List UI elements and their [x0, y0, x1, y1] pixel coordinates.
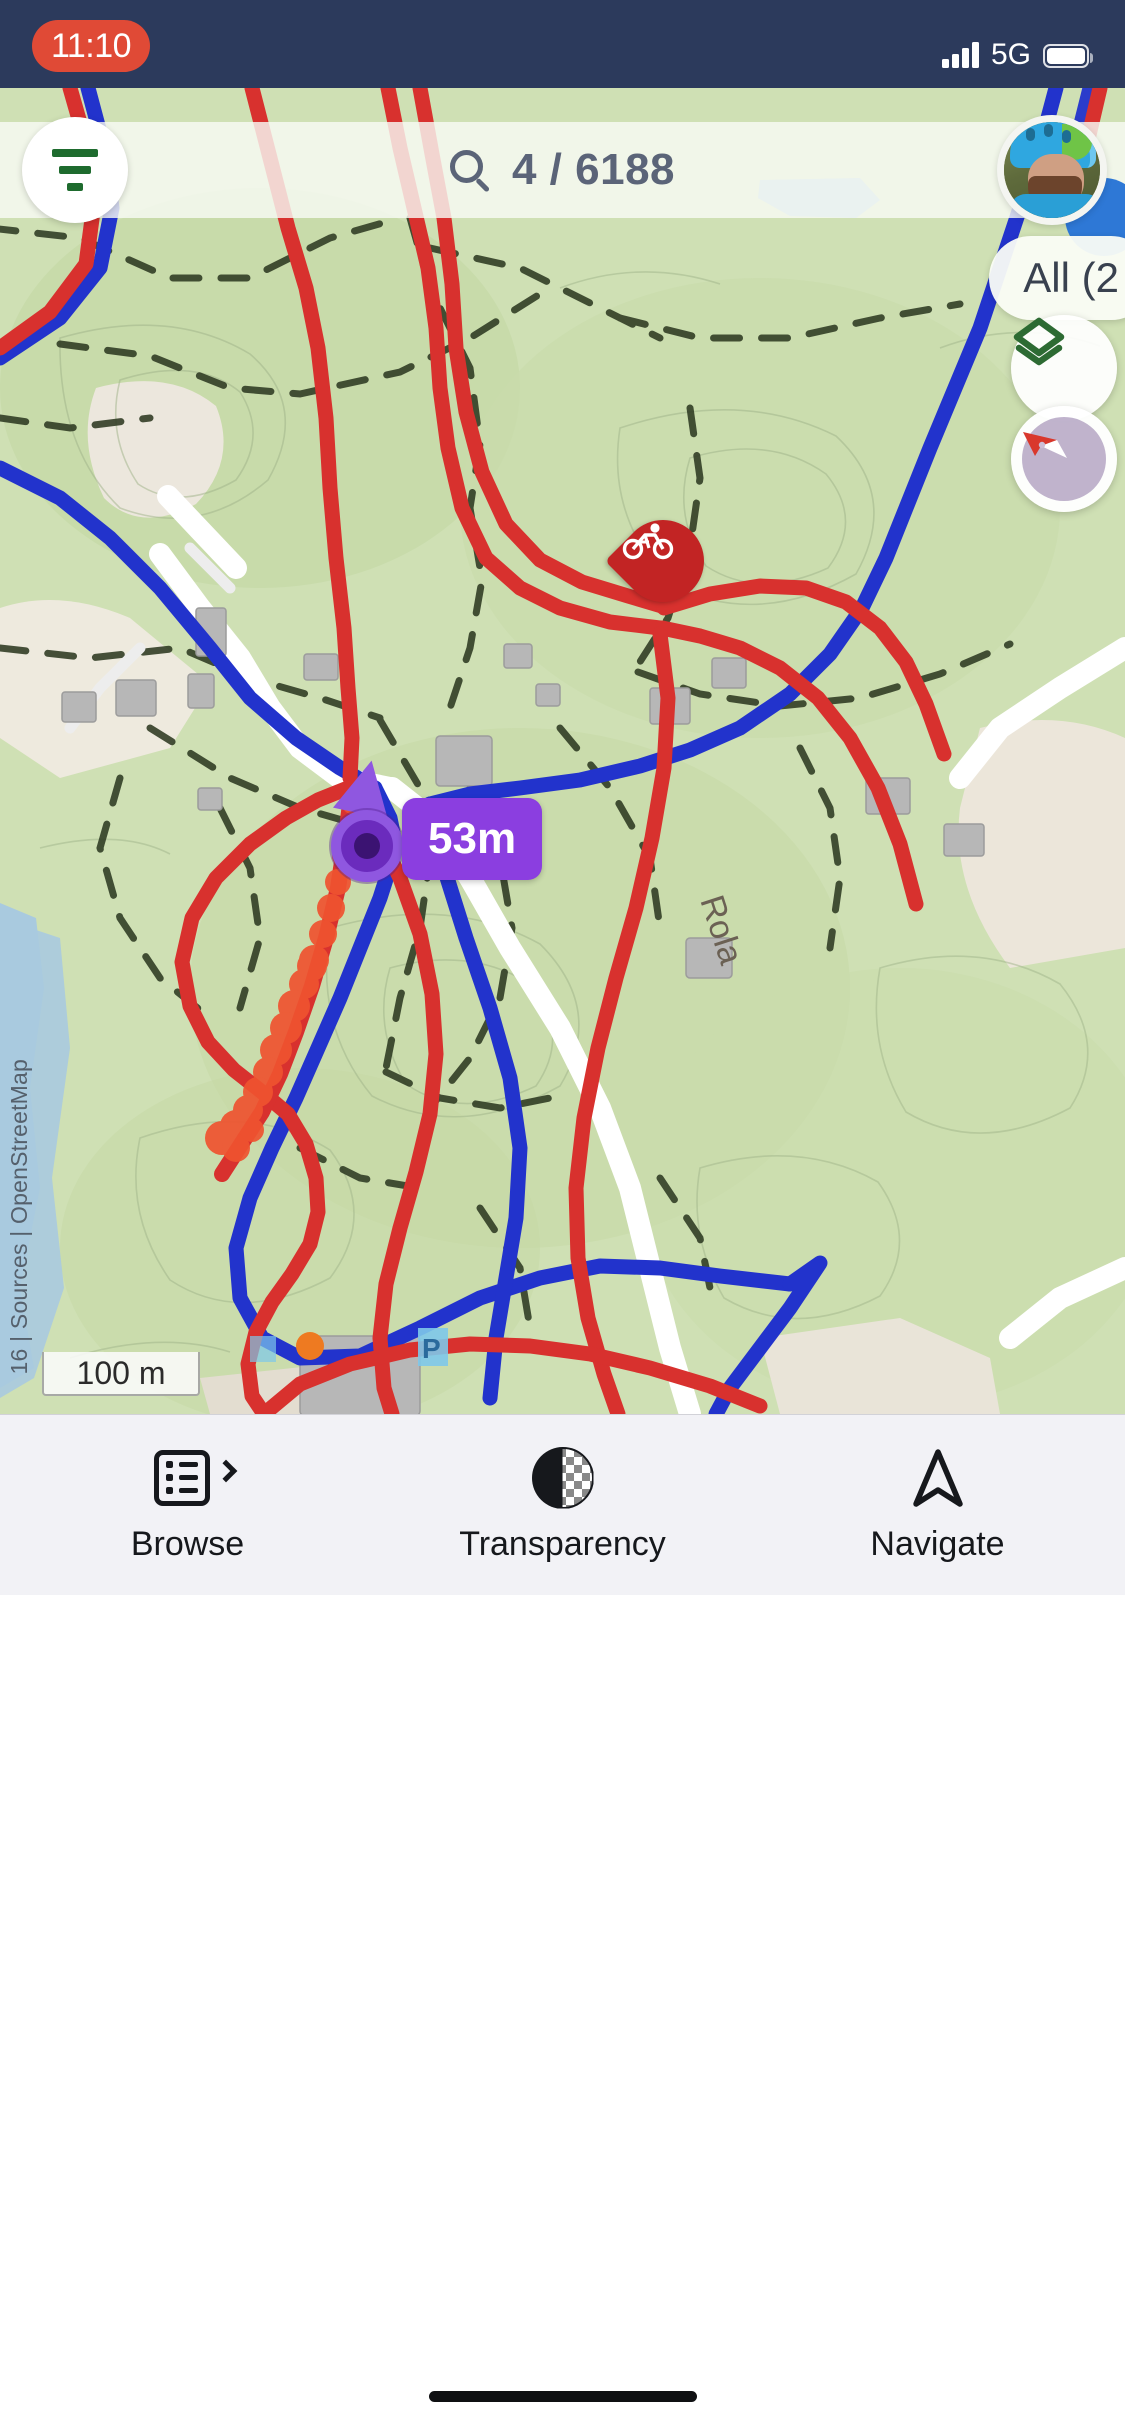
- browse-icon-wrap: [153, 1447, 237, 1509]
- layers-icon: [1013, 317, 1065, 366]
- svg-text:P: P: [422, 1333, 441, 1364]
- search-bar[interactable]: 4 / 6188: [0, 122, 1125, 218]
- status-bar: 11:10 5G: [0, 0, 1125, 88]
- map-attribution[interactable]: 16 | Sources | OpenStreetMap: [6, 1059, 33, 1374]
- transparency-icon-wrap: [531, 1446, 594, 1509]
- status-bar-right-group: 5G: [941, 28, 1093, 71]
- map-graphics: P Rola: [0, 88, 1125, 1414]
- compass-needle-icon: [1023, 432, 1067, 458]
- avatar-helmet-vent: [1026, 128, 1035, 141]
- tab-transparency-label: Transparency: [459, 1524, 666, 1563]
- search-icon: [449, 150, 491, 193]
- filter-icon-bar-3: [67, 183, 83, 191]
- half-circle-checker-icon: [531, 1446, 594, 1509]
- tab-browse-label: Browse: [130, 1524, 245, 1563]
- navigate-icon-wrap: [906, 1447, 970, 1509]
- elevation-label[interactable]: 53m: [402, 798, 543, 880]
- tab-navigate-label: Navigate: [870, 1524, 1005, 1563]
- tab-navigate[interactable]: Navigate: [750, 1415, 1125, 1595]
- list-chevron-icon: [153, 1447, 237, 1509]
- bottom-tab-bar: Browse Transparency Navigate: [0, 1414, 1125, 2436]
- network-type-label: 5G: [990, 38, 1031, 71]
- filter-icon-bar-1: [52, 149, 98, 157]
- search-result-count: 4 / 6188: [511, 145, 676, 194]
- tab-list: Browse Transparency Navigate: [0, 1415, 1125, 1595]
- battery-icon: [1043, 44, 1093, 68]
- mountain-biker-poi-marker[interactable]: [605, 503, 721, 619]
- user-avatar-button[interactable]: [997, 115, 1107, 225]
- filter-pill-label: All (2: [1023, 254, 1119, 301]
- compass-dial: [1022, 417, 1106, 501]
- compass-button[interactable]: [1011, 406, 1117, 512]
- status-bar-time: 11:10: [50, 26, 132, 65]
- recording-time-pill[interactable]: 11:10: [32, 20, 150, 72]
- panel-background: [0, 1595, 1125, 2436]
- map-canvas[interactable]: P Rola 53m 100 m 16 | Sources | OpenStre…: [0, 88, 1125, 1414]
- search-content: 4 / 6188: [0, 122, 1125, 218]
- filter-pill-all[interactable]: All (2: [989, 236, 1125, 320]
- app-screen: 11:10 5G P Rola 53m 100 m 16 | Sources |…: [0, 0, 1125, 2436]
- current-location-marker[interactable]: [331, 810, 403, 882]
- tab-browse[interactable]: Browse: [0, 1415, 375, 1595]
- avatar-helmet-vent: [1044, 124, 1053, 137]
- filter-icon-bar-2: [59, 166, 91, 174]
- navigation-arrow-icon: [912, 1448, 963, 1507]
- biker-glyph: [622, 523, 674, 560]
- avatar-helmet-vent: [1062, 130, 1071, 143]
- filter-button[interactable]: [22, 117, 128, 223]
- cellular-signal-icon: [941, 42, 979, 68]
- scale-bar: 100 m: [42, 1352, 200, 1396]
- tab-transparency[interactable]: Transparency: [375, 1415, 750, 1595]
- home-indicator: [428, 2391, 697, 2402]
- mountain-biker-icon: [622, 520, 704, 602]
